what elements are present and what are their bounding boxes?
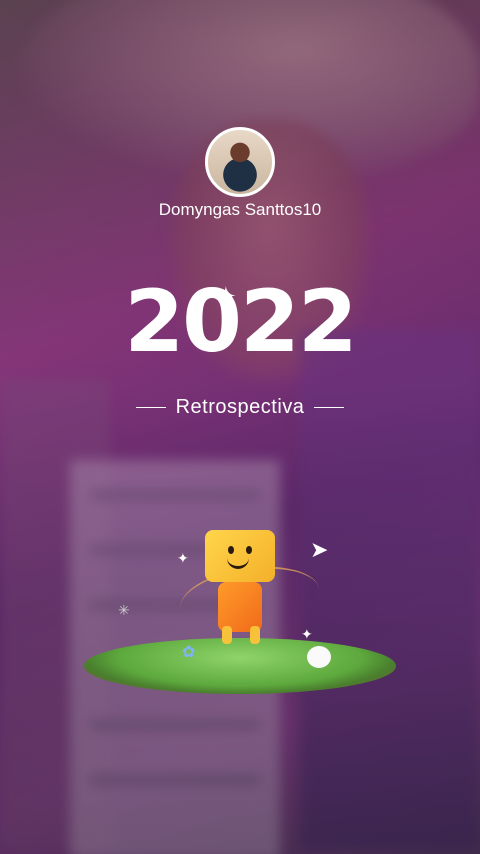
star-icon: ✦ — [301, 626, 313, 642]
star-icon: ✳ — [118, 602, 130, 618]
mascot-leg — [250, 626, 260, 644]
subtitle: Retrospectiva — [175, 396, 305, 418]
mascot-eye — [228, 546, 234, 554]
divider-left — [135, 407, 166, 408]
divider-right — [314, 407, 345, 408]
username: Domyngas Santtos10 — [158, 200, 322, 219]
chick-icon — [307, 646, 331, 668]
mascot-head — [205, 530, 275, 582]
flower-icon: ✿ — [182, 644, 196, 661]
mascot-mouth — [227, 556, 249, 569]
mascot-body — [218, 582, 262, 632]
paper-plane-icon: ➤ — [310, 537, 329, 562]
star-icon: ✦ — [177, 550, 189, 566]
sparkle-icon: ✦ — [215, 281, 237, 311]
mascot-leg — [222, 626, 232, 644]
subtitle-row: Retrospectiva — [0, 396, 480, 419]
grass-island — [84, 638, 396, 694]
avatar[interactable] — [205, 127, 275, 197]
year-title: 2022 — [124, 272, 357, 372]
mascot-eye — [246, 546, 252, 554]
retrospective-screen: Domyngas Santtos10 2022 ✦ Retrospectiva … — [0, 0, 480, 854]
